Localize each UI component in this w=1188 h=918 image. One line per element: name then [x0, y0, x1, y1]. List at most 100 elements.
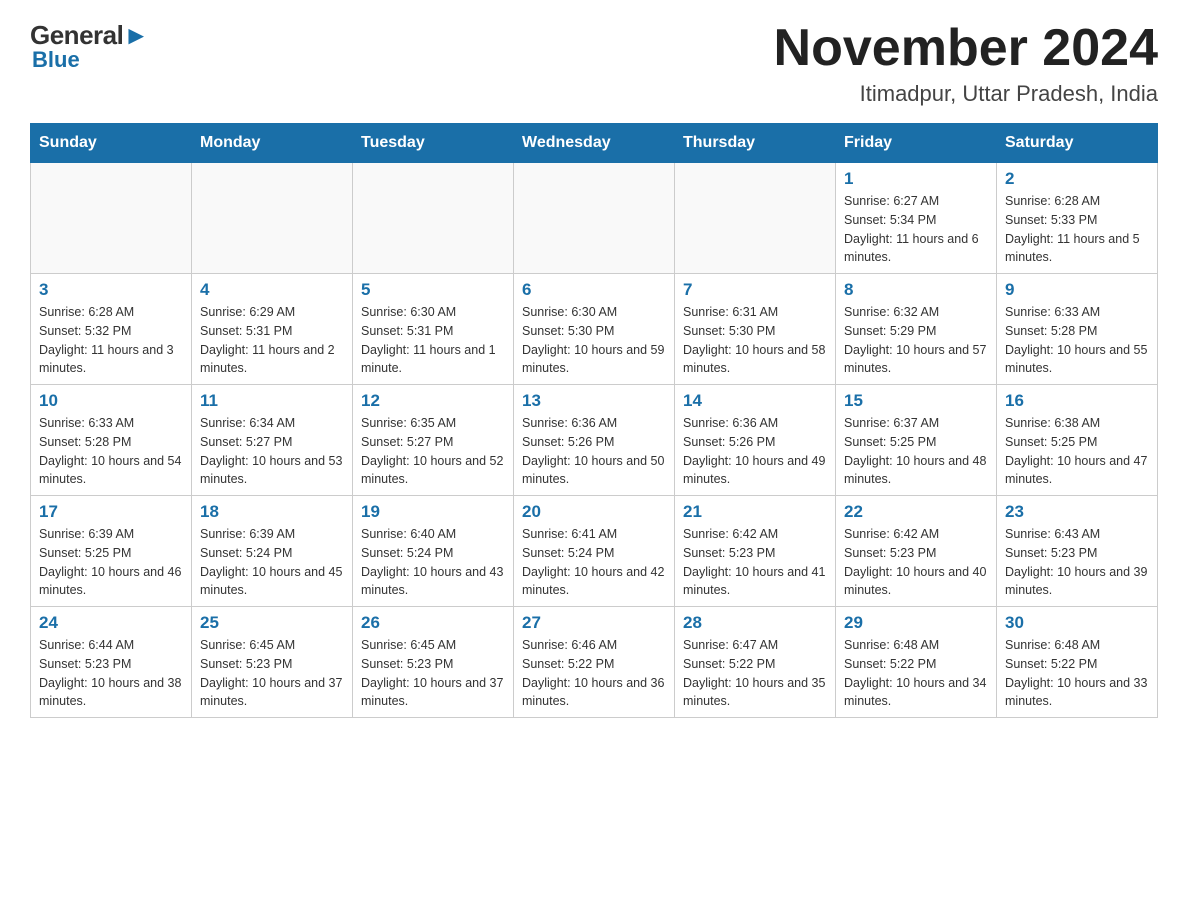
day-info: Sunrise: 6:27 AM Sunset: 5:34 PM Dayligh… — [844, 192, 988, 267]
calendar-table: SundayMondayTuesdayWednesdayThursdayFrid… — [30, 123, 1158, 718]
day-number: 15 — [844, 391, 988, 411]
weekday-header-monday: Monday — [192, 124, 353, 163]
calendar-week-row: 17 Sunrise: 6:39 AM Sunset: 5:25 PM Dayli… — [31, 496, 1158, 607]
calendar-cell — [192, 163, 353, 274]
day-number: 14 — [683, 391, 827, 411]
day-info: Sunrise: 6:39 AM Sunset: 5:24 PM Dayligh… — [200, 525, 344, 600]
day-number: 24 — [39, 613, 183, 633]
weekday-header-saturday: Saturday — [997, 124, 1158, 163]
day-number: 19 — [361, 502, 505, 522]
calendar-cell: 28 Sunrise: 6:47 AM Sunset: 5:22 PM Dayli… — [675, 607, 836, 718]
day-number: 12 — [361, 391, 505, 411]
calendar-cell — [353, 163, 514, 274]
calendar-cell — [675, 163, 836, 274]
day-number: 16 — [1005, 391, 1149, 411]
day-number: 29 — [844, 613, 988, 633]
calendar-cell: 29 Sunrise: 6:48 AM Sunset: 5:22 PM Dayli… — [836, 607, 997, 718]
day-number: 11 — [200, 391, 344, 411]
weekday-header-sunday: Sunday — [31, 124, 192, 163]
day-info: Sunrise: 6:44 AM Sunset: 5:23 PM Dayligh… — [39, 636, 183, 711]
day-info: Sunrise: 6:38 AM Sunset: 5:25 PM Dayligh… — [1005, 414, 1149, 489]
logo-blue-text: ► — [123, 20, 148, 51]
day-number: 1 — [844, 169, 988, 189]
calendar-cell: 23 Sunrise: 6:43 AM Sunset: 5:23 PM Dayli… — [997, 496, 1158, 607]
day-info: Sunrise: 6:33 AM Sunset: 5:28 PM Dayligh… — [39, 414, 183, 489]
calendar-cell: 14 Sunrise: 6:36 AM Sunset: 5:26 PM Dayli… — [675, 385, 836, 496]
calendar-cell — [514, 163, 675, 274]
day-number: 13 — [522, 391, 666, 411]
header: General ► Blue November 2024 Itimadpur, … — [30, 20, 1158, 107]
day-number: 20 — [522, 502, 666, 522]
calendar-cell: 25Sunrise: 6:45 AM Sunset: 5:23 PM Dayli… — [192, 607, 353, 718]
calendar-cell: 5 Sunrise: 6:30 AM Sunset: 5:31 PM Daylig… — [353, 274, 514, 385]
calendar-cell: 21 Sunrise: 6:42 AM Sunset: 5:23 PM Dayli… — [675, 496, 836, 607]
day-info: Sunrise: 6:40 AM Sunset: 5:24 PM Dayligh… — [361, 525, 505, 600]
calendar-cell: 8Sunrise: 6:32 AM Sunset: 5:29 PM Daylig… — [836, 274, 997, 385]
day-number: 18 — [200, 502, 344, 522]
calendar-cell: 12 Sunrise: 6:35 AM Sunset: 5:27 PM Dayli… — [353, 385, 514, 496]
day-number: 4 — [200, 280, 344, 300]
weekday-header-friday: Friday — [836, 124, 997, 163]
day-info: Sunrise: 6:45 AM Sunset: 5:23 PM Dayligh… — [361, 636, 505, 711]
calendar-cell: 13Sunrise: 6:36 AM Sunset: 5:26 PM Dayli… — [514, 385, 675, 496]
day-info: Sunrise: 6:39 AM Sunset: 5:25 PM Dayligh… — [39, 525, 183, 600]
weekday-header-thursday: Thursday — [675, 124, 836, 163]
calendar-cell: 3 Sunrise: 6:28 AM Sunset: 5:32 PM Daylig… — [31, 274, 192, 385]
calendar-cell: 2Sunrise: 6:28 AM Sunset: 5:33 PM Daylig… — [997, 163, 1158, 274]
calendar-cell: 16 Sunrise: 6:38 AM Sunset: 5:25 PM Dayli… — [997, 385, 1158, 496]
calendar-body: 1 Sunrise: 6:27 AM Sunset: 5:34 PM Daylig… — [31, 163, 1158, 718]
day-number: 9 — [1005, 280, 1149, 300]
calendar-cell: 1 Sunrise: 6:27 AM Sunset: 5:34 PM Daylig… — [836, 163, 997, 274]
day-info: Sunrise: 6:47 AM Sunset: 5:22 PM Dayligh… — [683, 636, 827, 711]
day-info: Sunrise: 6:34 AM Sunset: 5:27 PM Dayligh… — [200, 414, 344, 489]
calendar-cell: 7Sunrise: 6:31 AM Sunset: 5:30 PM Daylig… — [675, 274, 836, 385]
calendar-cell: 17 Sunrise: 6:39 AM Sunset: 5:25 PM Dayli… — [31, 496, 192, 607]
day-number: 5 — [361, 280, 505, 300]
calendar-cell: 10 Sunrise: 6:33 AM Sunset: 5:28 PM Dayli… — [31, 385, 192, 496]
day-info: Sunrise: 6:30 AM Sunset: 5:31 PM Dayligh… — [361, 303, 505, 378]
day-info: Sunrise: 6:32 AM Sunset: 5:29 PM Dayligh… — [844, 303, 988, 378]
day-info: Sunrise: 6:30 AM Sunset: 5:30 PM Dayligh… — [522, 303, 666, 378]
calendar-cell: 15 Sunrise: 6:37 AM Sunset: 5:25 PM Dayli… — [836, 385, 997, 496]
day-number: 21 — [683, 502, 827, 522]
calendar-cell: 30 Sunrise: 6:48 AM Sunset: 5:22 PM Dayli… — [997, 607, 1158, 718]
day-info: Sunrise: 6:35 AM Sunset: 5:27 PM Dayligh… — [361, 414, 505, 489]
day-number: 7 — [683, 280, 827, 300]
day-number: 10 — [39, 391, 183, 411]
day-info: Sunrise: 6:29 AM Sunset: 5:31 PM Dayligh… — [200, 303, 344, 378]
weekday-header-row: SundayMondayTuesdayWednesdayThursdayFrid… — [31, 124, 1158, 163]
day-info: Sunrise: 6:33 AM Sunset: 5:28 PM Dayligh… — [1005, 303, 1149, 378]
day-number: 3 — [39, 280, 183, 300]
day-info: Sunrise: 6:37 AM Sunset: 5:25 PM Dayligh… — [844, 414, 988, 489]
calendar-cell: 24 Sunrise: 6:44 AM Sunset: 5:23 PM Dayli… — [31, 607, 192, 718]
title-area: November 2024 Itimadpur, Uttar Pradesh, … — [774, 20, 1158, 107]
day-number: 26 — [361, 613, 505, 633]
calendar-cell: 22 Sunrise: 6:42 AM Sunset: 5:23 PM Dayli… — [836, 496, 997, 607]
logo-blue-label: Blue — [32, 47, 80, 73]
day-info: Sunrise: 6:48 AM Sunset: 5:22 PM Dayligh… — [1005, 636, 1149, 711]
day-info: Sunrise: 6:48 AM Sunset: 5:22 PM Dayligh… — [844, 636, 988, 711]
calendar-cell: 27Sunrise: 6:46 AM Sunset: 5:22 PM Dayli… — [514, 607, 675, 718]
day-number: 28 — [683, 613, 827, 633]
day-number: 30 — [1005, 613, 1149, 633]
day-info: Sunrise: 6:45 AM Sunset: 5:23 PM Dayligh… — [200, 636, 344, 711]
calendar-week-row: 24 Sunrise: 6:44 AM Sunset: 5:23 PM Dayli… — [31, 607, 1158, 718]
calendar-cell — [31, 163, 192, 274]
weekday-header-wednesday: Wednesday — [514, 124, 675, 163]
day-number: 22 — [844, 502, 988, 522]
day-number: 23 — [1005, 502, 1149, 522]
calendar-cell: 26 Sunrise: 6:45 AM Sunset: 5:23 PM Dayli… — [353, 607, 514, 718]
weekday-header-tuesday: Tuesday — [353, 124, 514, 163]
day-info: Sunrise: 6:42 AM Sunset: 5:23 PM Dayligh… — [844, 525, 988, 600]
day-number: 17 — [39, 502, 183, 522]
day-info: Sunrise: 6:36 AM Sunset: 5:26 PM Dayligh… — [683, 414, 827, 489]
calendar-cell: 9 Sunrise: 6:33 AM Sunset: 5:28 PM Daylig… — [997, 274, 1158, 385]
day-info: Sunrise: 6:43 AM Sunset: 5:23 PM Dayligh… — [1005, 525, 1149, 600]
day-info: Sunrise: 6:28 AM Sunset: 5:33 PM Dayligh… — [1005, 192, 1149, 267]
day-info: Sunrise: 6:41 AM Sunset: 5:24 PM Dayligh… — [522, 525, 666, 600]
day-info: Sunrise: 6:28 AM Sunset: 5:32 PM Dayligh… — [39, 303, 183, 378]
calendar-header: SundayMondayTuesdayWednesdayThursdayFrid… — [31, 124, 1158, 163]
calendar-cell: 20 Sunrise: 6:41 AM Sunset: 5:24 PM Dayli… — [514, 496, 675, 607]
day-info: Sunrise: 6:42 AM Sunset: 5:23 PM Dayligh… — [683, 525, 827, 600]
logo: General ► Blue — [30, 20, 149, 73]
